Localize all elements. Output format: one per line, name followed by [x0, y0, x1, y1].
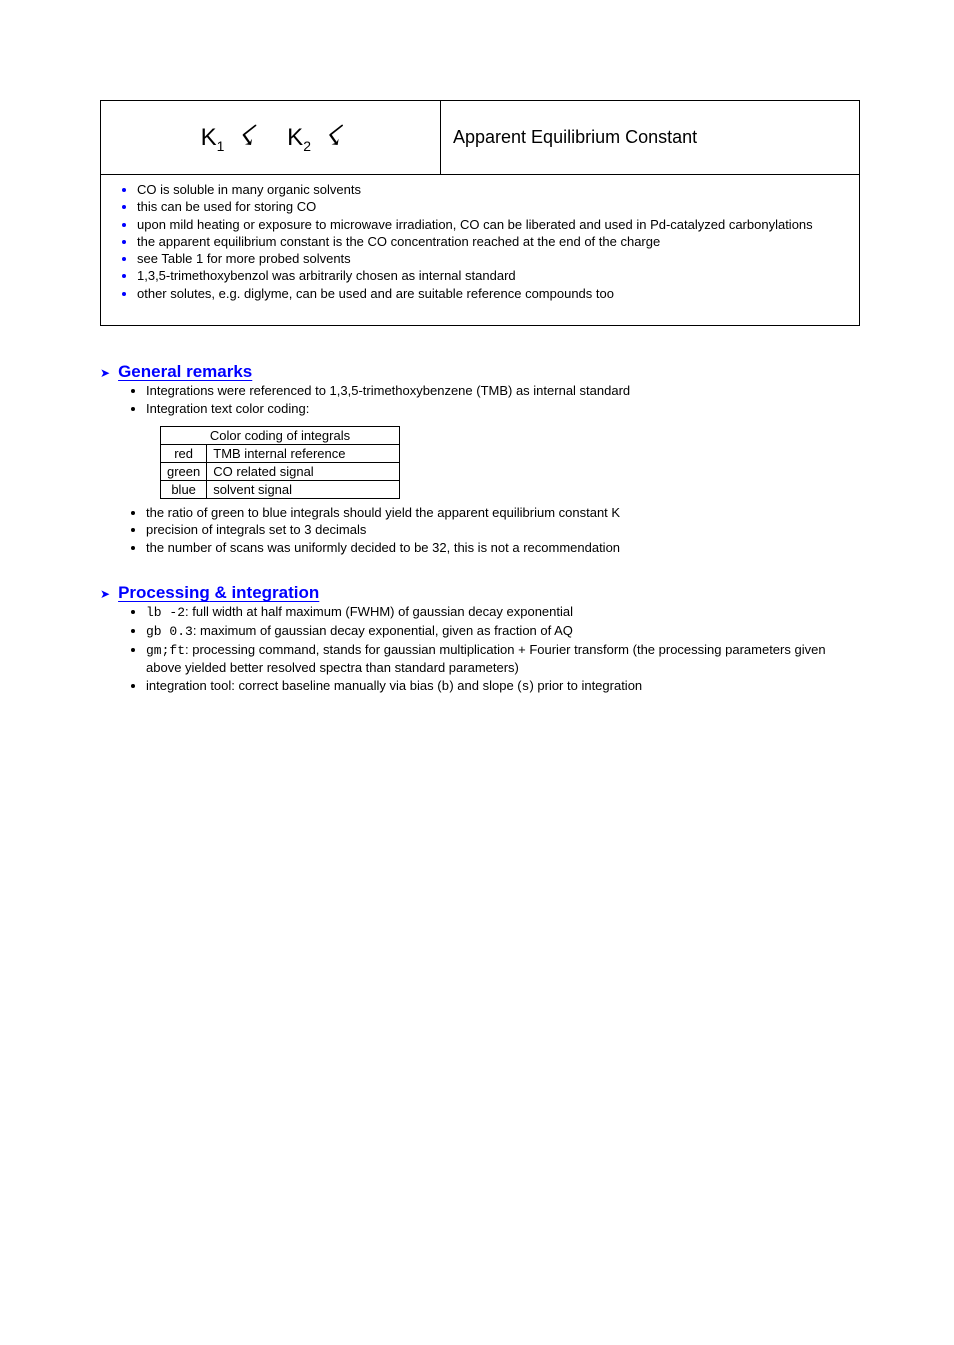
list-item: lb -2: full width at half maximum (FWHM)… [146, 604, 860, 622]
lightning-icon: ☇ [324, 119, 340, 153]
section-bullet-list: the ratio of green to blue integrals sho… [100, 505, 860, 558]
list-item: the number of scans was uniformly decide… [146, 540, 860, 557]
table-row: bluesolvent signal [161, 480, 400, 498]
table-row: greenCO related signal [161, 462, 400, 480]
color-coding-table: Color coding of integrals redTMB interna… [160, 426, 400, 499]
equation-cell: K1 ☇ K2 ☇ [101, 101, 441, 175]
chevron-right-icon: ➤ [100, 587, 110, 601]
list-item: gm;ft: processing command, stands for ga… [146, 642, 860, 677]
list-item: other solutes, e.g. diglyme, can be used… [137, 286, 841, 302]
section-title: Processing & integration [118, 583, 319, 603]
panel-bullet-list: CO is soluble in many organic solvents t… [119, 182, 841, 302]
list-item: precision of integrals set to 3 decimals [146, 522, 860, 539]
chevron-right-icon: ➤ [100, 366, 110, 380]
table-row: redTMB internal reference [161, 444, 400, 462]
list-item: Integration text color coding: [146, 401, 860, 418]
list-item: this can be used for storing CO [137, 199, 841, 215]
list-item: integration tool: correct baseline manua… [146, 678, 860, 696]
panel-body: CO is soluble in many organic solvents t… [101, 175, 859, 325]
list-item: the ratio of green to blue integrals sho… [146, 505, 860, 522]
page-content: ➤ General remarks Integrations were refe… [100, 362, 860, 696]
list-item: CO is soluble in many organic solvents [137, 182, 841, 198]
k1-symbol: K1 [201, 124, 225, 151]
list-item: see Table 1 for more probed solvents [137, 251, 841, 267]
section-general-remarks: ➤ General remarks Integrations were refe… [100, 362, 860, 557]
section-processing-integration: ➤ Processing & integration lb -2: full w… [100, 583, 860, 695]
section-title: General remarks [118, 362, 252, 382]
table-header: Color coding of integrals [161, 426, 400, 444]
lightning-icon: ☇ [238, 119, 254, 153]
panel-heading: Apparent Equilibrium Constant [441, 101, 859, 175]
section-bullet-list: Integrations were referenced to 1,3,5-tr… [100, 383, 860, 418]
list-item: 1,3,5-trimethoxybenzol was arbitrarily c… [137, 268, 841, 284]
panel-header-row: K1 ☇ K2 ☇ Apparent Equilibrium Constant [101, 101, 859, 175]
list-item: Integrations were referenced to 1,3,5-tr… [146, 383, 860, 400]
list-item: the apparent equilibrium constant is the… [137, 234, 841, 250]
k2-symbol: K2 [287, 124, 311, 151]
equilibrium-panel: K1 ☇ K2 ☇ Apparent Equilibrium Constant … [100, 100, 860, 326]
section-bullet-list: lb -2: full width at half maximum (FWHM)… [100, 604, 860, 695]
list-item: upon mild heating or exposure to microwa… [137, 217, 841, 233]
list-item: gb 0.3: maximum of gaussian decay expone… [146, 623, 860, 641]
